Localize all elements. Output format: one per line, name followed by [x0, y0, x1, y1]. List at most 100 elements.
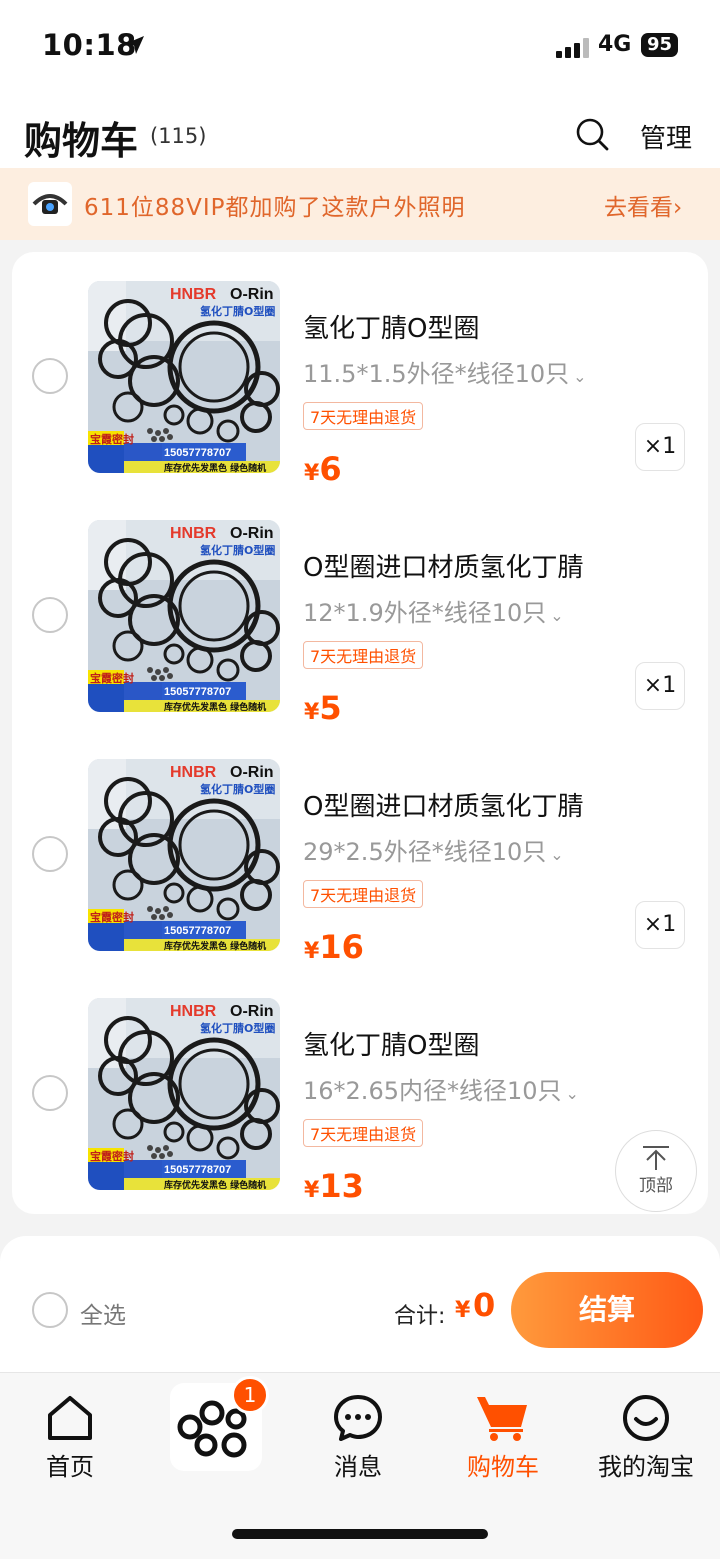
image-subtitle: 氢化丁腈O型圈 — [200, 543, 275, 557]
item-title[interactable]: 氢化丁腈O型圈 — [303, 1025, 479, 1062]
item-price: ¥16 — [304, 928, 364, 966]
image-type: O-Rin — [230, 286, 274, 303]
cart-count: (115) — [150, 124, 207, 148]
tab-home-label: 首页 — [46, 1453, 94, 1481]
network-type: 4G — [598, 32, 632, 57]
select-all-label[interactable]: 全选 — [80, 1296, 126, 1330]
item-spec[interactable]: 11.5*1.5外径*线径10只 ⌄ — [303, 354, 587, 389]
arrow-up-icon — [643, 1146, 669, 1170]
item-spec-text: 29*2.5外径*线径10只 — [303, 838, 547, 866]
product-image[interactable]: HNBR O-Rin 氢化丁腈O型圈 宝霞密封 15057778707 库存优先… — [88, 998, 280, 1190]
status-bar: 10:18 4G 95 — [0, 0, 720, 92]
item-select-radio[interactable] — [32, 1075, 68, 1111]
tab-mine-label: 我的淘宝 — [598, 1453, 694, 1481]
tab-mine[interactable]: 我的淘宝 — [586, 1393, 706, 1482]
image-brand: HNBR — [170, 764, 217, 781]
item-title[interactable]: O型圈进口材质氢化丁腈 — [303, 786, 583, 823]
chevron-down-icon: ⌄ — [550, 845, 564, 864]
chevron-down-icon: ⌄ — [565, 1084, 579, 1103]
image-type: O-Rin — [230, 1003, 274, 1020]
return-policy-tag: 7天无理由退货 — [303, 880, 424, 908]
price-currency: ¥ — [304, 461, 320, 486]
status-time: 10:18 — [42, 28, 137, 62]
quantity-stepper[interactable]: ×1 — [635, 901, 685, 949]
cart-item: HNBR O-Rin 氢化丁腈O型圈 宝霞密封 15057778707 库存优先… — [12, 272, 708, 511]
return-policy-tag: 7天无理由退货 — [303, 402, 424, 430]
quantity-stepper[interactable]: ×1 — [635, 662, 685, 710]
return-policy-tag: 7天无理由退货 — [303, 641, 424, 669]
item-title[interactable]: 氢化丁腈O型圈 — [303, 308, 479, 345]
image-type: O-Rin — [230, 764, 274, 781]
image-brand: HNBR — [170, 286, 217, 303]
page-title: 购物车 — [24, 119, 139, 163]
item-spec[interactable]: 29*2.5外径*线径10只 ⌄ — [303, 832, 564, 867]
price-value: 13 — [319, 1167, 364, 1205]
home-indicator[interactable] — [232, 1529, 488, 1539]
cart-item-list: HNBR O-Rin 氢化丁腈O型圈 宝霞密封 15057778707 库存优先… — [12, 252, 708, 1214]
item-spec[interactable]: 12*1.9外径*线径10只 ⌄ — [303, 593, 564, 628]
image-phone: 15057778707 — [164, 447, 231, 459]
item-spec-text: 16*2.65内径*线径10只 — [303, 1077, 562, 1105]
cart-item: HNBR O-Rin 氢化丁腈O型圈 宝霞密封 15057778707 库存优先… — [12, 750, 708, 989]
total-currency: ¥ — [455, 1298, 471, 1323]
tab-messages[interactable]: 消息 — [298, 1393, 418, 1482]
quantity-stepper[interactable]: ×1 — [635, 423, 685, 471]
battery-level: 95 — [641, 33, 679, 57]
search-icon[interactable] — [574, 116, 610, 152]
total-label: 合计: — [394, 1304, 446, 1329]
promo-text: 611位88VIP都加购了这款户外照明 — [84, 195, 466, 221]
image-shop: 宝霞密封 — [90, 910, 134, 924]
checkout-button[interactable]: 结算 — [511, 1272, 703, 1348]
tab-messages-label: 消息 — [334, 1453, 382, 1481]
price-currency: ¥ — [304, 939, 320, 964]
smile-profile-icon — [623, 1395, 669, 1441]
item-select-radio[interactable] — [32, 358, 68, 394]
image-phone: 15057778707 — [164, 1164, 231, 1176]
manage-button[interactable]: 管理 — [640, 118, 692, 155]
select-all-radio[interactable] — [32, 1292, 68, 1328]
back-to-top-button[interactable]: 顶部 — [615, 1130, 697, 1212]
product-image[interactable]: HNBR O-Rin 氢化丁腈O型圈 宝霞密封 15057778707 库存优先… — [88, 759, 280, 951]
image-footer: 库存优先发黑色 绿色随机 — [164, 940, 266, 951]
message-icon — [334, 1395, 382, 1441]
notification-badge: 1 — [231, 1376, 269, 1414]
item-select-radio[interactable] — [32, 597, 68, 633]
image-brand: HNBR — [170, 525, 217, 542]
price-value: 5 — [319, 689, 342, 727]
image-subtitle: 氢化丁腈O型圈 — [200, 1021, 275, 1035]
image-subtitle: 氢化丁腈O型圈 — [200, 304, 275, 318]
headlamp-thumbnail — [28, 182, 72, 226]
return-policy-tag: 7天无理由退货 — [303, 1119, 424, 1147]
item-title[interactable]: O型圈进口材质氢化丁腈 — [303, 547, 583, 584]
product-image[interactable]: HNBR O-Rin 氢化丁腈O型圈 宝霞密封 15057778707 库存优先… — [88, 281, 280, 473]
cart-item: HNBR O-Rin 氢化丁腈O型圈 宝霞密封 15057778707 库存优先… — [12, 511, 708, 750]
image-footer: 库存优先发黑色 绿色随机 — [164, 462, 266, 473]
checkout-bar: 全选 合计: ¥ 0 结算 — [0, 1236, 720, 1372]
image-type: O-Rin — [230, 525, 274, 542]
product-image[interactable]: HNBR O-Rin 氢化丁腈O型圈 宝霞密封 15057778707 库存优先… — [88, 520, 280, 712]
total-amount: 0 — [473, 1286, 496, 1324]
location-arrow-icon — [126, 36, 144, 54]
image-shop: 宝霞密封 — [90, 432, 134, 446]
chevron-down-icon: ⌄ — [550, 606, 564, 625]
image-subtitle: 氢化丁腈O型圈 — [200, 782, 275, 796]
promo-banner[interactable]: 611位88VIP都加购了这款户外照明 去看看› — [0, 168, 720, 240]
image-brand: HNBR — [170, 1003, 217, 1020]
price-value: 6 — [319, 450, 342, 488]
cart-icon — [477, 1397, 527, 1441]
image-footer: 库存优先发黑色 绿色随机 — [164, 1179, 266, 1190]
tab-cart[interactable]: 购物车 — [443, 1393, 563, 1482]
promo-link[interactable]: 去看看› — [604, 188, 682, 222]
image-phone: 15057778707 — [164, 925, 231, 937]
back-to-top-label: 顶部 — [639, 1176, 673, 1196]
image-phone: 15057778707 — [164, 686, 231, 698]
image-footer: 库存优先发黑色 绿色随机 — [164, 701, 266, 712]
cellular-signal-icon — [556, 38, 589, 58]
item-select-radio[interactable] — [32, 836, 68, 872]
item-spec-text: 12*1.9外径*线径10只 — [303, 599, 547, 627]
price-currency: ¥ — [304, 700, 320, 725]
price-value: 16 — [319, 928, 364, 966]
item-price: ¥6 — [304, 450, 342, 488]
tab-home[interactable]: 首页 — [10, 1393, 130, 1482]
item-spec[interactable]: 16*2.65内径*线径10只 ⌄ — [303, 1071, 579, 1106]
